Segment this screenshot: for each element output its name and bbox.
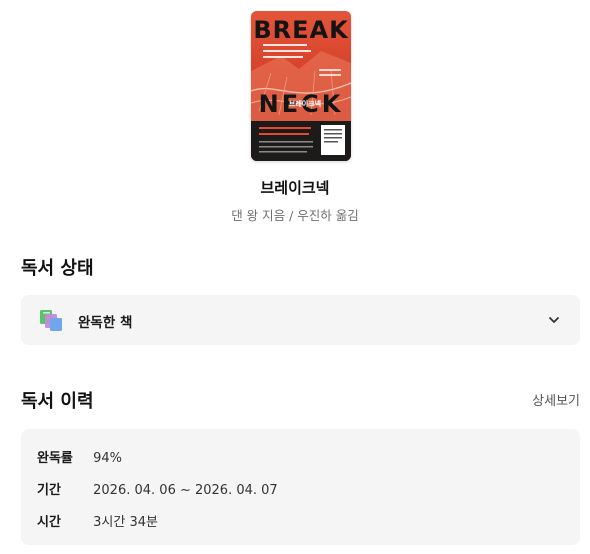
reading-status-value: 완독한 책 <box>78 315 133 331</box>
history-label: 시간 <box>37 515 61 530</box>
history-value: 94% <box>93 451 123 466</box>
history-value: 3시간 34분 <box>93 515 158 530</box>
history-label: 완독률 <box>37 451 73 466</box>
reading-history-card: 완독률 94% 기간 2026. 04. 06 ~ 2026. 04. 07 시… <box>21 429 580 545</box>
view-details-link[interactable]: 상세보기 <box>532 390 580 409</box>
book-title: 브레이크넥 <box>260 179 330 197</box>
reading-status-dropdown[interactable]: 완독한 책 <box>21 295 580 345</box>
history-row-completion: 완독률 94% <box>37 447 122 466</box>
chevron-down-icon <box>547 312 561 326</box>
reading-status-heading: 독서 상태 <box>21 258 94 279</box>
books-stack-icon <box>40 309 66 333</box>
reading-history-heading: 독서 이력 <box>21 391 94 412</box>
cover-title-kr: 브레이크넥 <box>289 99 321 108</box>
book-detail-page: BREAK NECK 브레이크넥 브레이크넥 댄 왕 지음 / 우진하 옮김 독… <box>0 0 590 554</box>
history-value: 2026. 04. 06 ~ 2026. 04. 07 <box>93 483 278 498</box>
book-author: 댄 왕 지음 / 우진하 옮김 <box>231 208 359 223</box>
cover-title-top: BREAK <box>253 16 349 44</box>
history-row-time: 시간 3시간 34분 <box>37 511 158 530</box>
history-row-period: 기간 2026. 04. 06 ~ 2026. 04. 07 <box>37 479 278 498</box>
history-label: 기간 <box>37 483 61 498</box>
book-cover-image: BREAK NECK 브레이크넥 <box>251 11 351 161</box>
